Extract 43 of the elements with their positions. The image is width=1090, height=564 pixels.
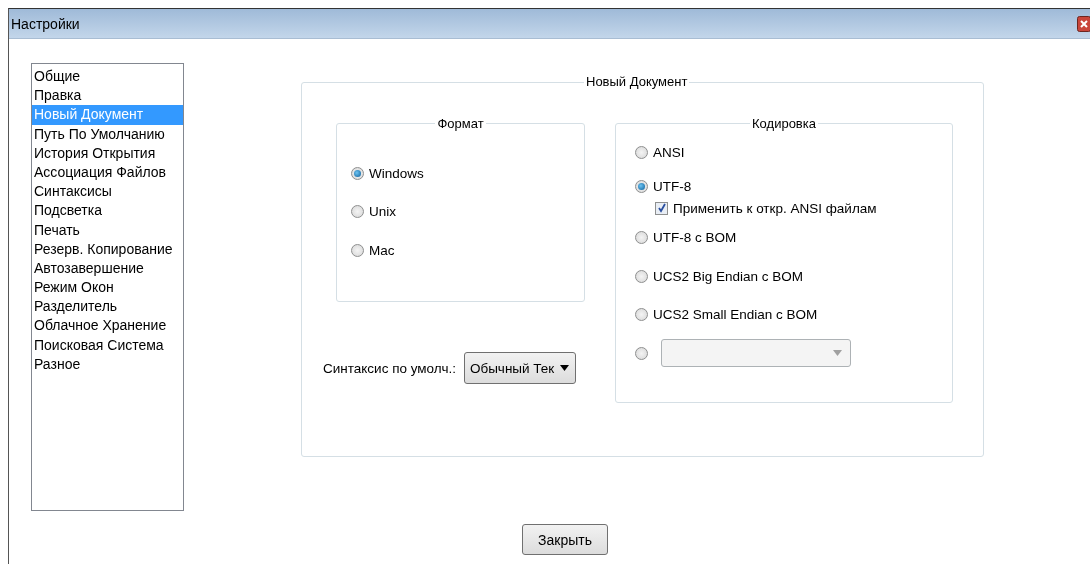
- radio-label: UCS2 Small Endian с BOM: [653, 307, 818, 323]
- list-item[interactable]: Путь По Умолчанию: [32, 124, 183, 144]
- radio-label: UTF-8: [653, 178, 692, 194]
- radio-label: Unix: [369, 204, 396, 220]
- list-item[interactable]: Режим Окон: [32, 278, 183, 298]
- list-item[interactable]: Общие: [32, 67, 183, 87]
- radio-label: ANSI: [653, 144, 685, 160]
- caret-icon: [560, 365, 570, 371]
- group-title: Новый Документ: [584, 74, 690, 89]
- radio-button[interactable]: [351, 243, 364, 257]
- close-button[interactable]: Закрыть: [522, 524, 608, 555]
- radio-label: Windows: [369, 165, 424, 181]
- caret-icon: [833, 350, 842, 357]
- radio-button[interactable]: [351, 166, 364, 180]
- list-item[interactable]: Облачное Хранение: [32, 316, 183, 336]
- field-label: Синтаксис по умолч.:: [323, 360, 456, 376]
- close-icon[interactable]: [1077, 15, 1090, 32]
- radio-button[interactable]: [635, 269, 648, 283]
- radio-button[interactable]: [635, 231, 648, 245]
- group-title: Формат: [435, 116, 486, 132]
- group-title: Кодировка: [750, 116, 818, 132]
- radio-button[interactable]: [635, 308, 648, 322]
- list-item[interactable]: Ассоциация Файлов: [32, 162, 183, 183]
- radio-button[interactable]: [635, 179, 648, 193]
- radio-label: UCS2 Big Endian с BOM: [653, 268, 804, 284]
- checkbox[interactable]: [655, 201, 668, 215]
- radio-label: Mac: [369, 242, 395, 258]
- radio-label: UTF-8 с BOM: [653, 230, 737, 246]
- list-item[interactable]: Правка: [32, 86, 183, 106]
- list-item[interactable]: Разделитель: [32, 297, 183, 317]
- list-item[interactable]: Синтаксисы: [32, 182, 183, 202]
- list-item[interactable]: История Открытия: [32, 143, 183, 163]
- syntax-dropdown[interactable]: Обычный Тек: [463, 352, 577, 384]
- list-item[interactable]: Поисковая Система: [32, 335, 183, 355]
- radio-button[interactable]: [635, 145, 648, 159]
- list-item[interactable]: Печать: [32, 220, 183, 240]
- list-item[interactable]: Автозавершение: [32, 258, 183, 279]
- list-item[interactable]: Подсветка: [32, 201, 183, 221]
- window-title: Настройки: [11, 15, 80, 32]
- list-item[interactable]: Разное: [32, 354, 183, 374]
- list-item[interactable]: Резерв. Копирование: [32, 239, 183, 259]
- checkbox-label: Применить к откр. ANSI файлам: [673, 200, 877, 216]
- radio-button[interactable]: [351, 205, 364, 219]
